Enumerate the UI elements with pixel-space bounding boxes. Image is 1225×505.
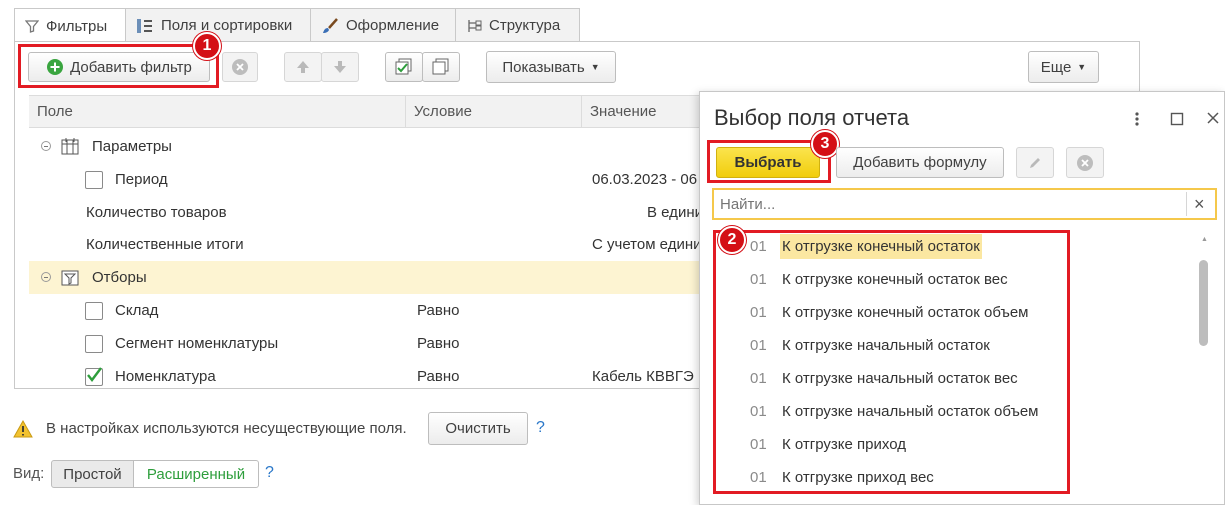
uncheck-all-icon [432,58,449,75]
row-condition: Равно [417,368,460,385]
move-up-button[interactable] [284,52,322,82]
view-simple-label: Простой [63,465,122,483]
view-label: Вид: [13,465,45,482]
row-checkbox[interactable] [85,335,103,353]
dropdown-arrow-icon: ▼ [1077,62,1087,72]
search-input[interactable] [718,192,1182,216]
delete-circle-icon [1077,154,1093,171]
add-formula-label: Добавить формулу [853,154,987,171]
scrollbar[interactable]: ▲ [1198,232,1210,504]
delete-button[interactable] [222,52,258,82]
more-label: Еще [1040,58,1072,76]
add-formula-button[interactable]: Добавить формулу [836,147,1004,178]
fields-icon [137,18,152,33]
check-all-button[interactable] [385,52,423,82]
row-field: Сегмент номенклатуры [115,335,279,352]
row-value: В едини [647,204,703,221]
step-badge-1: 1 [193,32,221,60]
tab-structure[interactable]: Структура [455,8,580,42]
help-link[interactable]: ? [265,464,274,482]
row-field: Параметры [92,138,172,155]
arrow-down-icon [334,61,346,73]
row-condition: Равно [417,335,460,352]
brush-icon [323,17,338,33]
row-checkbox[interactable] [85,302,103,320]
row-field: Количественные итоги [86,236,244,253]
scroll-up-icon[interactable]: ▲ [1201,236,1208,243]
kebab-menu-icon[interactable] [1131,110,1143,128]
tab-label: Структура [489,17,561,34]
search-box: × [712,188,1217,220]
row-checkbox-checked[interactable] [85,367,103,386]
tab-filters[interactable]: Фильтры [14,8,126,43]
parameters-icon [61,138,79,155]
clear-label: Очистить [445,420,511,437]
move-down-button[interactable] [321,52,359,82]
clear-button[interactable]: Очистить [428,412,528,445]
uncheck-all-button[interactable] [422,52,460,82]
maximize-icon[interactable] [1170,112,1184,126]
search-divider [1186,192,1187,216]
delete-formula-button[interactable] [1066,147,1104,178]
close-icon[interactable] [1206,111,1220,125]
row-field: Склад [115,302,159,319]
row-value: С учетом едини [592,236,702,253]
view-simple-toggle[interactable]: Простой [51,460,134,488]
row-field: Количество товаров [86,204,227,221]
edit-button[interactable] [1016,147,1054,178]
pencil-icon [1030,157,1040,168]
view-extended-toggle[interactable]: Расширенный [133,460,259,488]
show-label: Показывать [502,58,585,76]
funnel-icon [25,20,39,33]
help-link[interactable]: ? [536,419,545,437]
row-condition: Равно [417,302,460,319]
row-field: Номенклатура [115,368,216,385]
highlight-box-1 [18,44,219,88]
step-badge-3: 3 [811,130,839,158]
row-value: 06.03.2023 - 06 [592,171,698,188]
filter-group-icon [61,270,79,286]
highlight-box-2 [713,230,1070,494]
column-condition[interactable]: Условие [406,96,582,127]
dropdown-arrow-icon: ▼ [590,62,600,72]
collapse-icon[interactable] [41,272,51,282]
row-value: Кабель КВВГЭ [592,368,694,385]
dialog-title: Выбор поля отчета [714,105,910,130]
step-badge-2: 2 [718,226,746,254]
checkmark-icon [87,367,102,382]
row-field: Отборы [92,269,147,286]
tab-label: Фильтры [46,17,108,35]
tab-label: Оформление [346,17,440,34]
more-button[interactable]: Еще ▼ [1028,51,1099,83]
collapse-icon[interactable] [41,141,51,151]
check-all-icon [395,58,412,75]
row-field: Период [115,171,168,188]
tree-icon [468,19,482,32]
row-checkbox[interactable] [85,171,103,189]
scrollbar-thumb[interactable] [1199,260,1208,346]
tab-label: Поля и сортировки [161,17,293,34]
warning-icon [13,420,33,438]
clear-search-icon[interactable]: × [1194,192,1205,216]
show-dropdown[interactable]: Показывать ▼ [486,51,616,83]
warning-text: В настройках используются несуществующие… [46,420,407,437]
view-extended-label: Расширенный [146,465,246,483]
arrow-up-icon [297,61,309,73]
tab-appearance[interactable]: Оформление [310,8,456,42]
delete-circle-icon [232,59,248,75]
column-field[interactable]: Поле [29,96,406,127]
